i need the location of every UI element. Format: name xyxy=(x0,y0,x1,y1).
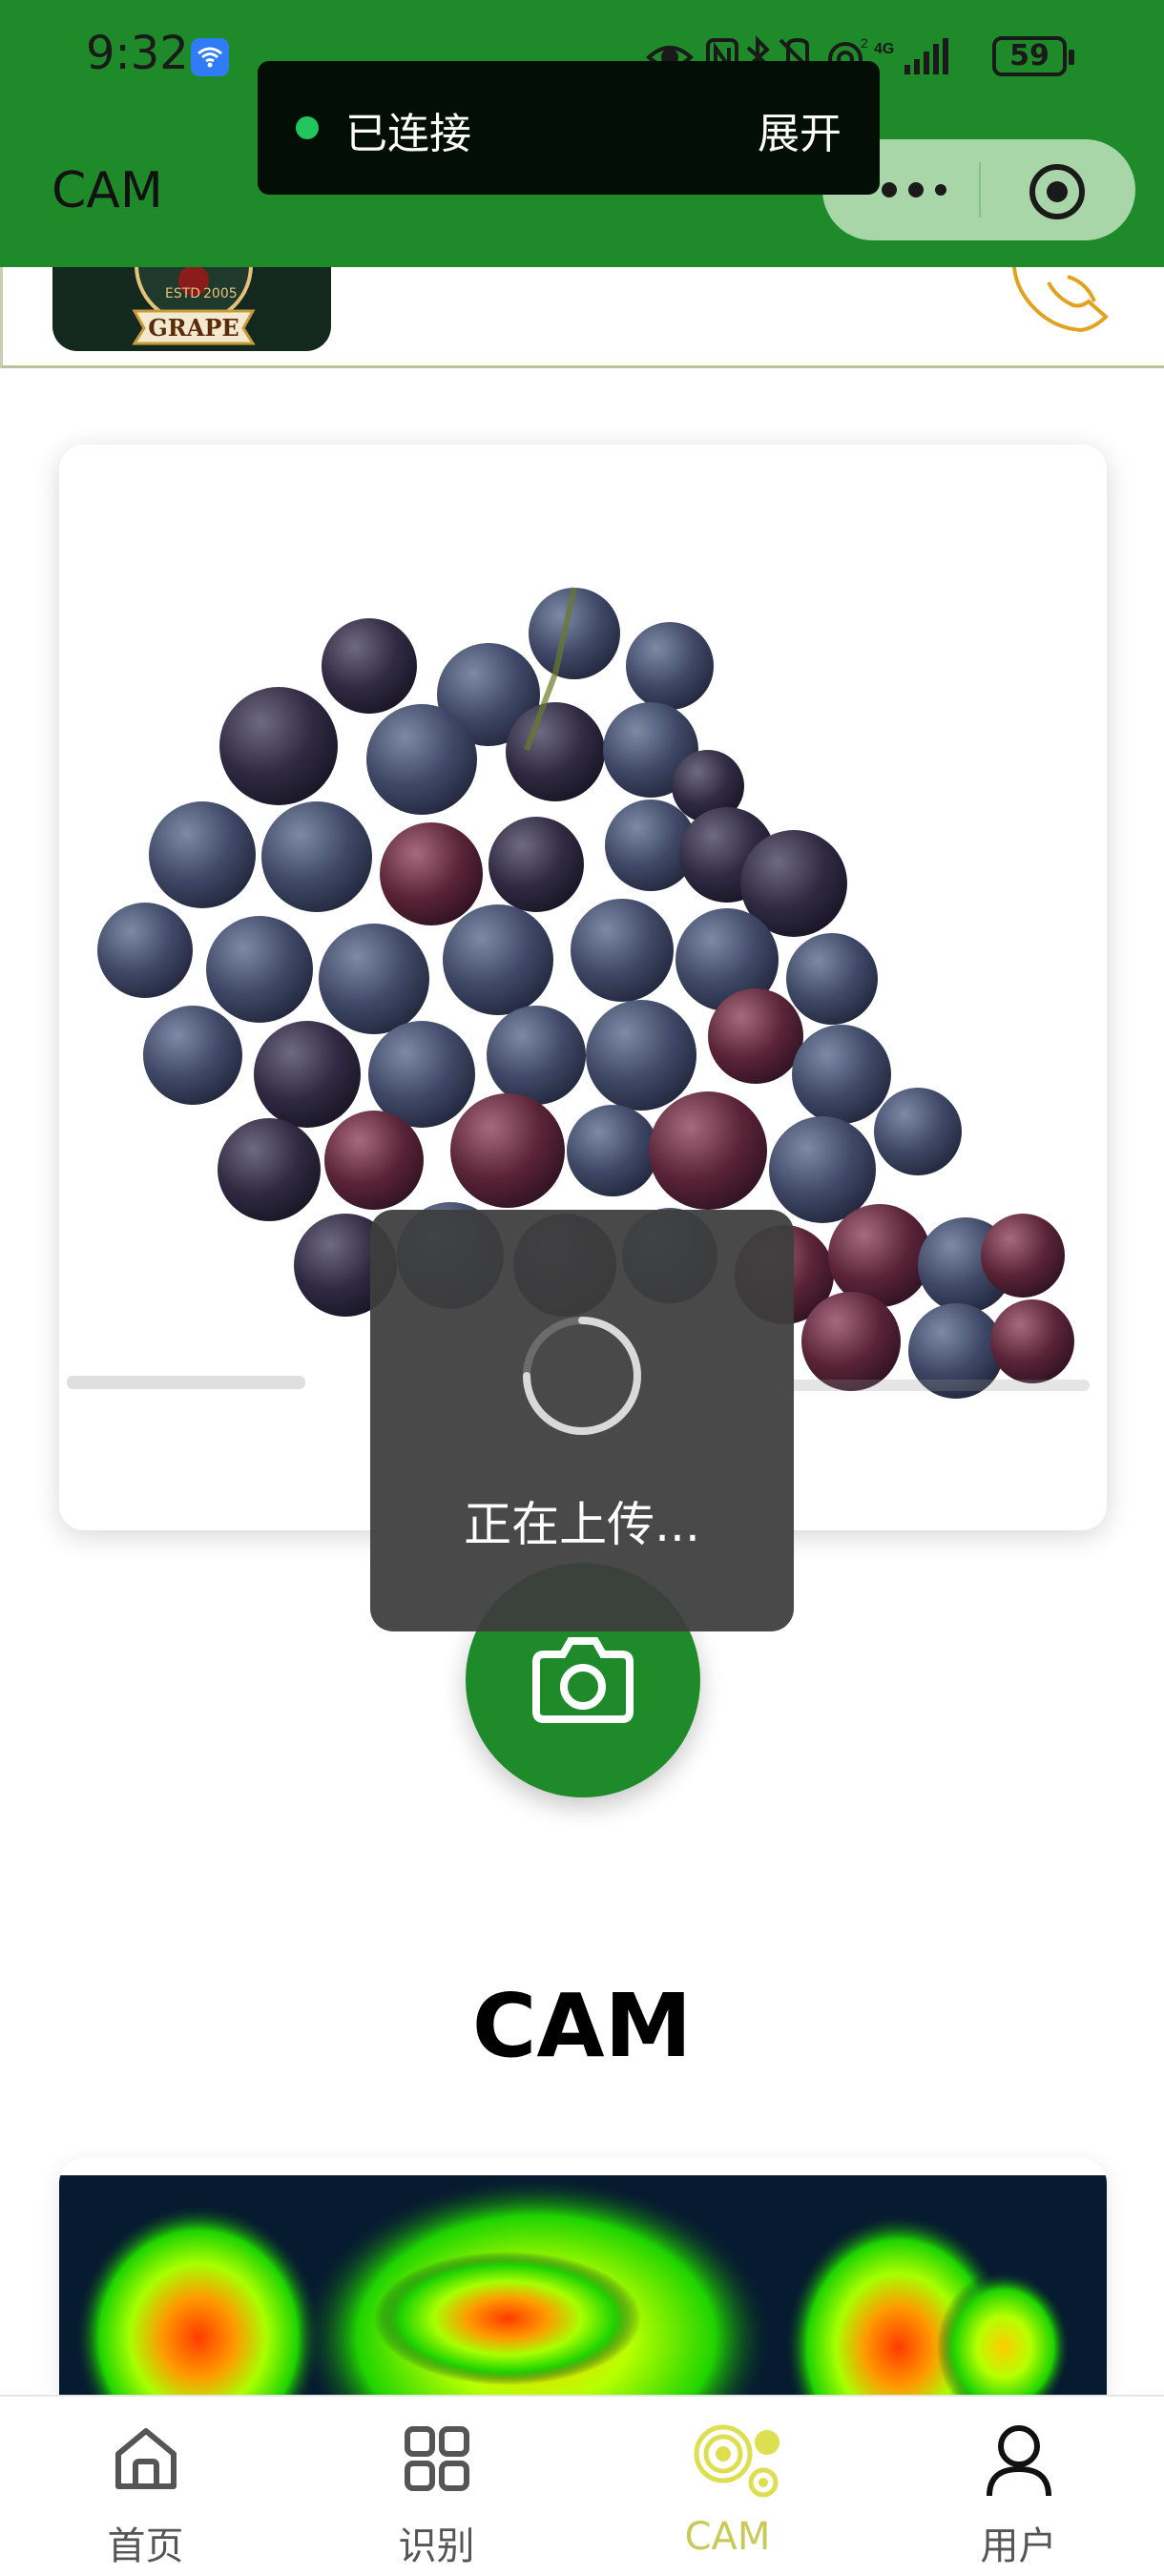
page-title: CAM xyxy=(52,162,163,219)
watermark-left xyxy=(67,1376,305,1389)
phone-icon[interactable] xyxy=(1007,266,1112,338)
tab-user-label: 用户 xyxy=(980,2524,1057,2568)
connected-dot-icon xyxy=(296,116,319,139)
status-time: 9:32 xyxy=(86,27,189,80)
bottom-tab-bar: 首页 识别 CAM 用户 xyxy=(0,2395,1164,2576)
expand-button[interactable]: 展开 xyxy=(758,99,842,160)
close-target-icon[interactable] xyxy=(1029,163,1086,224)
loading-message: 正在上传... xyxy=(464,1497,700,1552)
cam-heatmap-image xyxy=(59,2175,1107,2397)
loading-toast: 正在上传... xyxy=(370,1210,794,1631)
brand-card: GRAPE ESTD 2005 xyxy=(0,266,1164,368)
section-title: CAM xyxy=(471,1975,693,2077)
capsule-divider xyxy=(979,162,981,218)
home-icon xyxy=(115,2428,177,2489)
loading-spinner-icon xyxy=(523,1317,641,1435)
grid-icon xyxy=(405,2426,469,2491)
watermark-right xyxy=(784,1380,1090,1391)
app-header: 9:32 2 4G 59 CAM 已连接 展开 xyxy=(0,0,1164,267)
svg-text:4G: 4G xyxy=(874,41,894,57)
user-icon xyxy=(987,2425,1051,2497)
wifi-icon xyxy=(191,38,229,76)
signal-icon xyxy=(904,38,948,74)
tab-home-label: 首页 xyxy=(107,2524,184,2568)
svg-text:GRAPE: GRAPE xyxy=(148,314,239,342)
tab-recognize[interactable]: 识别 xyxy=(291,2423,582,2568)
battery-indicator: 59 xyxy=(992,36,1067,76)
cam-result-card xyxy=(59,2158,1107,2397)
svg-text:2005: 2005 xyxy=(203,286,238,301)
tab-cam[interactable]: CAM xyxy=(582,2423,873,2566)
cam-icon xyxy=(694,2424,779,2498)
connection-status: 已连接 xyxy=(345,110,471,158)
tab-recognize-label: 识别 xyxy=(398,2524,475,2568)
tab-home[interactable]: 首页 xyxy=(0,2423,291,2568)
svg-text:ESTD: ESTD xyxy=(165,286,200,301)
tab-cam-label: CAM xyxy=(684,2515,771,2559)
camera-icon xyxy=(532,1637,634,1723)
svg-text:2: 2 xyxy=(861,35,868,51)
brand-logo: GRAPE ESTD 2005 xyxy=(52,267,331,351)
connection-toast: 已连接 展开 xyxy=(258,61,880,195)
tab-user[interactable]: 用户 xyxy=(873,2423,1164,2568)
page: 9:32 2 4G 59 CAM 已连接 展开 GRAPE ESTD 2005 … xyxy=(0,0,1164,2576)
battery-tip xyxy=(1069,50,1074,65)
